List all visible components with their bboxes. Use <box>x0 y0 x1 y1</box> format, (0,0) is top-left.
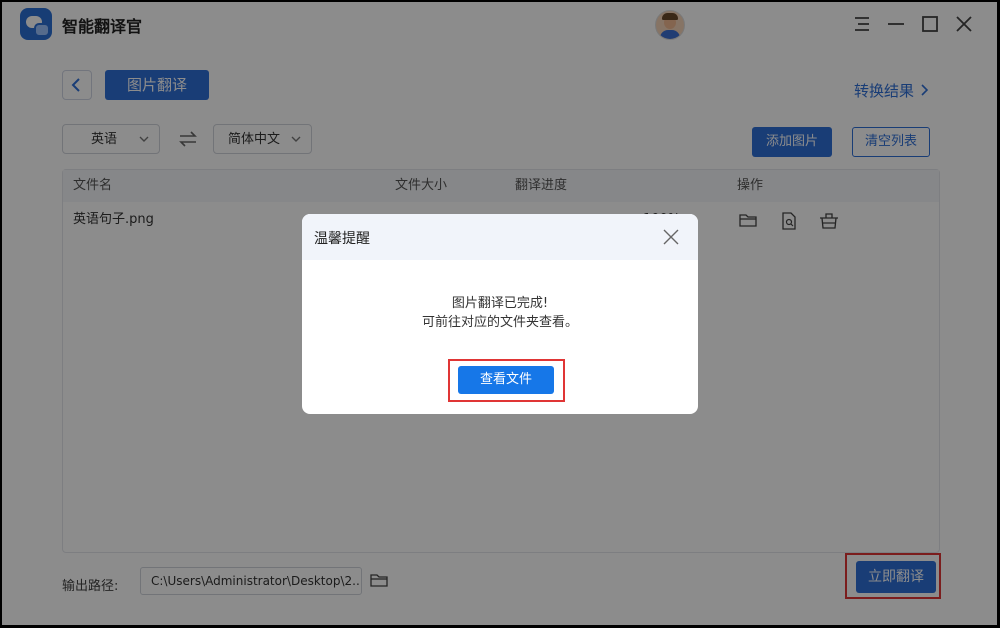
view-button-highlight <box>448 359 565 402</box>
close-icon[interactable] <box>662 228 680 250</box>
dialog-title: 温馨提醒 <box>314 231 370 247</box>
dialog-message-line2: 可前往对应的文件夹查看。 <box>421 315 578 330</box>
completion-dialog: 温馨提醒 图片翻译已完成! 可前往对应的文件夹查看。 查看文件 <box>302 214 698 414</box>
dialog-header: 温馨提醒 <box>302 214 698 260</box>
dialog-message-line1: 图片翻译已完成! <box>451 296 549 311</box>
app-window: 智能翻译官 图片翻译 转换结果 英语 简体中文 添加图片 清空列表 文件名 文件… <box>2 2 997 625</box>
